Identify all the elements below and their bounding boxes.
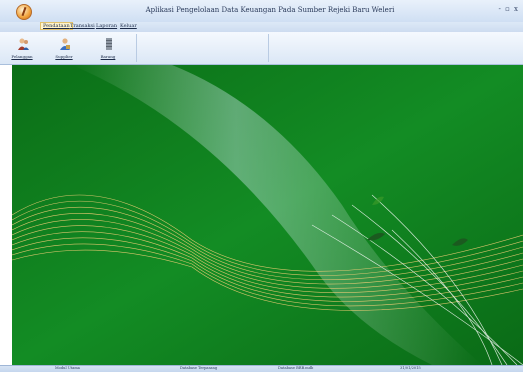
- window-controls[interactable]: - ▫ x: [498, 5, 519, 13]
- status-module: Modul Utama: [55, 366, 80, 370]
- supplier-button[interactable]: Supplier: [50, 36, 78, 62]
- title-bar: Aplikasi Pengelolaan Data Keuangan Pada …: [0, 0, 523, 22]
- status-database: Database Terpasang: [180, 366, 218, 370]
- goods-button[interactable]: Barang: [94, 36, 122, 62]
- menu-pendataan[interactable]: Pendataan: [40, 22, 73, 30]
- customer-icon: [18, 38, 29, 50]
- customer-label: Pelanggan: [11, 54, 33, 59]
- mdi-workspace-background: [12, 65, 523, 365]
- goods-icon: [106, 38, 112, 50]
- ribbon-group-empty: [140, 34, 269, 62]
- ribbon-toolbar: Pelanggan Supplier Barang: [0, 32, 523, 65]
- status-date: 31/01/2015: [400, 366, 421, 370]
- menu-laporan[interactable]: Laporan: [96, 23, 117, 29]
- menu-transaksi[interactable]: Transaksi: [70, 23, 95, 29]
- status-database-file: Database BRB.mdb: [278, 366, 314, 370]
- green-wave-wallpaper: [12, 65, 523, 365]
- menu-bar: Pendataan Transaksi Laporan Keluar: [0, 22, 523, 32]
- ribbon-group-data: Pelanggan Supplier Barang: [6, 34, 137, 62]
- application-menu-button[interactable]: [16, 4, 32, 20]
- app-window: Aplikasi Pengelolaan Data Keuangan Pada …: [0, 0, 523, 372]
- menu-keluar[interactable]: Keluar: [120, 23, 137, 29]
- goods-label: Barang: [100, 54, 116, 59]
- window-title: Aplikasi Pengelolaan Data Keuangan Pada …: [145, 6, 395, 14]
- supplier-icon: [60, 38, 70, 50]
- supplier-label: Supplier: [55, 54, 73, 59]
- customer-button[interactable]: Pelanggan: [8, 36, 36, 62]
